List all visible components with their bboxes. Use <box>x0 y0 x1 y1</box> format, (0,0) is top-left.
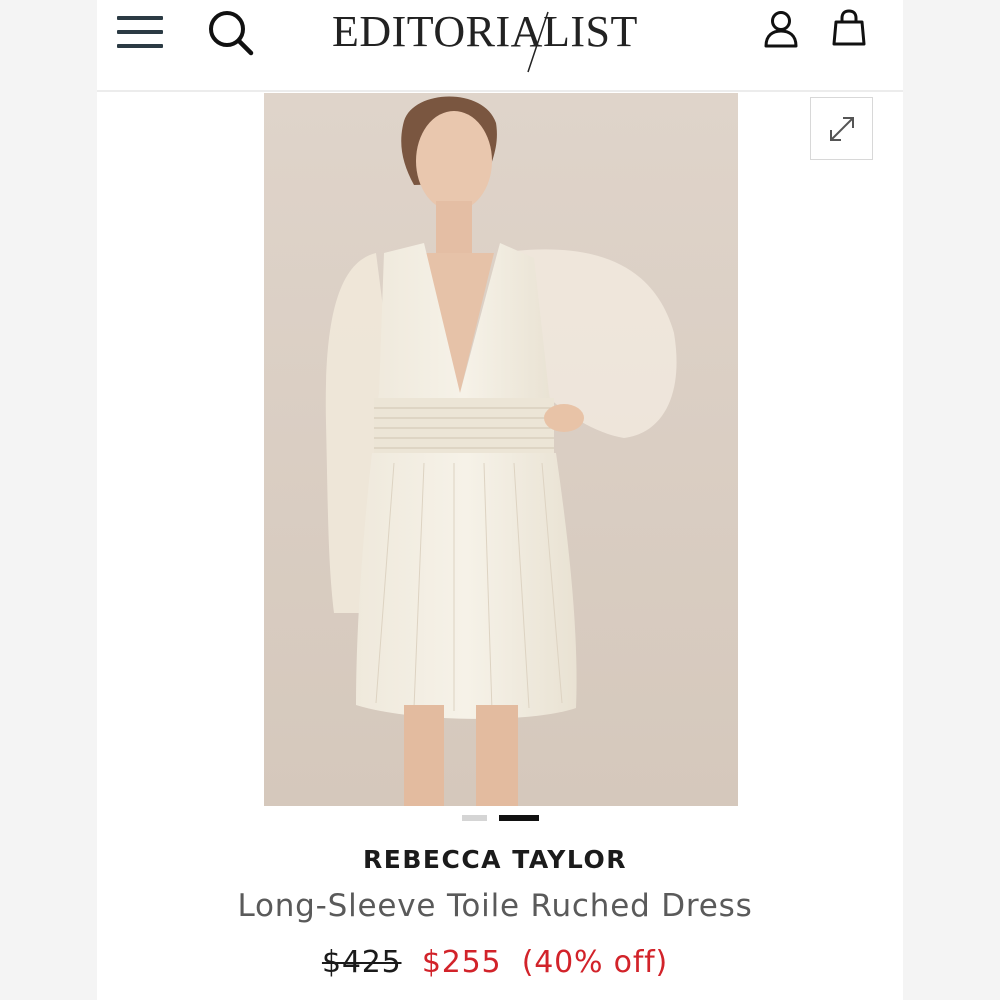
site-header: EDITORIALIST <box>97 0 903 92</box>
product-image[interactable] <box>264 93 738 806</box>
carousel-dot-1[interactable] <box>462 815 487 821</box>
product-page: EDITORIALIST REBECCA TAYLOR Long-Sleeve … <box>97 0 903 1000</box>
sale-price: $255 <box>421 945 502 980</box>
shopping-bag-icon[interactable] <box>830 8 868 48</box>
carousel-indicator <box>462 815 542 823</box>
original-price: $425 <box>321 945 402 980</box>
site-logo[interactable]: EDITORIALIST <box>332 4 672 73</box>
expand-image-button[interactable] <box>810 97 873 160</box>
expand-icon <box>830 117 854 141</box>
search-icon[interactable] <box>207 8 255 56</box>
user-icon[interactable] <box>763 10 799 50</box>
logo-slash-mark <box>527 11 549 73</box>
product-brand[interactable]: REBECCA TAYLOR <box>97 845 893 874</box>
discount-badge: (40% off) <box>521 945 669 980</box>
dress-illustration <box>264 93 738 806</box>
price-row: $425 $255 (40% off) <box>97 945 893 980</box>
logo-text: EDITORIALIST <box>332 7 638 56</box>
product-name: Long-Sleeve Toile Ruched Dress <box>237 888 753 924</box>
hamburger-menu-icon[interactable] <box>117 12 165 52</box>
carousel-dot-2-active[interactable] <box>499 815 539 821</box>
